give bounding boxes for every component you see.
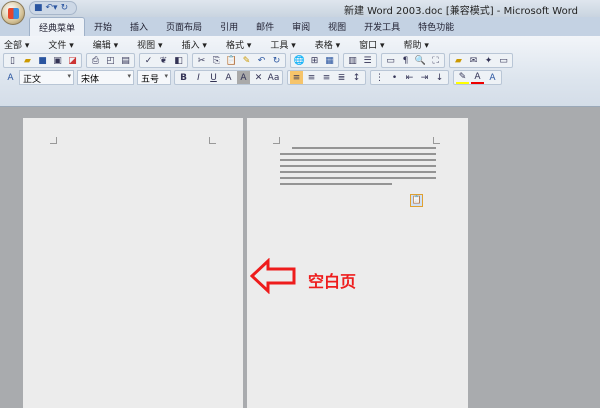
- arrow-icon: [250, 258, 296, 294]
- save-icon[interactable]: ■: [34, 3, 43, 13]
- ribbon: 全部 ▾ 文件 ▾ 编辑 ▾ 视图 ▾ 插入 ▾ 格式 ▾ 工具 ▾ 表格 ▾ …: [0, 36, 600, 107]
- formatting-toolbar: A 正文 宋体 五号 BIUAA✕Aa ≡≡≡≣↕ ⋮•⇤⇥↓ ✎AA: [0, 69, 600, 86]
- hyperlink-icon[interactable]: 🌐: [293, 54, 306, 67]
- char-shading-icon[interactable]: A: [237, 71, 250, 84]
- document-map-icon[interactable]: ▭: [384, 54, 397, 67]
- decrease-indent-icon[interactable]: ⇤: [403, 71, 416, 84]
- print-preview-icon[interactable]: ◪: [66, 54, 79, 67]
- zoom-icon[interactable]: 🔍: [414, 54, 427, 67]
- italic-icon[interactable]: I: [192, 71, 205, 84]
- menu-table[interactable]: 表格 ▾: [315, 38, 340, 51]
- font-effects-icon[interactable]: ✕: [252, 71, 265, 84]
- menu-insert[interactable]: 插入 ▾: [182, 38, 207, 51]
- office-logo-icon: [8, 8, 19, 19]
- drawing-icon[interactable]: ☰: [361, 54, 374, 67]
- undo-icon[interactable]: ↶▾: [46, 3, 58, 13]
- bullets-icon[interactable]: •: [388, 71, 401, 84]
- text-effects-icon[interactable]: A: [486, 71, 499, 84]
- document-area[interactable]: 📋: [0, 108, 600, 408]
- tab-developer[interactable]: 开发工具: [355, 17, 409, 36]
- print-icon[interactable]: ⎙: [89, 54, 102, 67]
- numbering-icon[interactable]: ⋮: [373, 71, 386, 84]
- tab-mailings[interactable]: 邮件: [247, 17, 283, 36]
- justify-icon[interactable]: ≣: [335, 71, 348, 84]
- tab-home[interactable]: 开始: [85, 17, 121, 36]
- tab-review[interactable]: 审阅: [283, 17, 319, 36]
- menu-all[interactable]: 全部 ▾: [4, 38, 29, 51]
- tab-page-layout[interactable]: 页面布局: [157, 17, 211, 36]
- menu-view[interactable]: 视图 ▾: [137, 38, 162, 51]
- undo-icon[interactable]: ↶: [255, 54, 268, 67]
- highlight-icon[interactable]: ✎: [456, 71, 469, 84]
- preview-icon[interactable]: ◰: [104, 54, 117, 67]
- folder-icon[interactable]: ▰: [452, 54, 465, 67]
- open-icon[interactable]: ▰: [21, 54, 34, 67]
- title-bar: ■ ↶▾ ↻ 新建 Word 2003.doc [兼容模式] - Microso…: [0, 0, 600, 17]
- menu-window[interactable]: 窗口 ▾: [359, 38, 384, 51]
- new-icon[interactable]: ▯: [6, 54, 19, 67]
- quick-access-toolbar: ■ ↶▾ ↻: [29, 1, 77, 15]
- menu-format[interactable]: 格式 ▾: [226, 38, 251, 51]
- research-icon[interactable]: ❦: [157, 54, 170, 67]
- copy-icon[interactable]: ⎘: [210, 54, 223, 67]
- tab-references[interactable]: 引用: [211, 17, 247, 36]
- underline-icon[interactable]: U: [207, 71, 220, 84]
- align-center-icon[interactable]: ≡: [305, 71, 318, 84]
- align-right-icon[interactable]: ≡: [320, 71, 333, 84]
- increase-indent-icon[interactable]: ⇥: [418, 71, 431, 84]
- menu-file[interactable]: 文件 ▾: [48, 38, 73, 51]
- align-left-icon[interactable]: ≡: [290, 71, 303, 84]
- sort-icon[interactable]: ↓: [433, 71, 446, 84]
- cut-icon[interactable]: ✂: [195, 54, 208, 67]
- translate-icon[interactable]: ◧: [172, 54, 185, 67]
- style-select[interactable]: 正文: [19, 70, 74, 85]
- office-button[interactable]: [1, 1, 25, 25]
- window-title: 新建 Word 2003.doc [兼容模式] - Microsoft Word: [344, 6, 578, 17]
- redo-icon[interactable]: ↻: [270, 54, 283, 67]
- font-size-select[interactable]: 五号: [137, 70, 171, 85]
- bold-icon[interactable]: B: [177, 71, 190, 84]
- spelling-icon[interactable]: ✓: [142, 54, 155, 67]
- styles-icon[interactable]: A: [4, 71, 17, 84]
- tab-features[interactable]: 特色功能: [409, 17, 463, 36]
- tab-view[interactable]: 视图: [319, 17, 355, 36]
- paste-icon[interactable]: 📋: [225, 54, 238, 67]
- tab-insert[interactable]: 插入: [121, 17, 157, 36]
- format-painter-icon[interactable]: ✎: [240, 54, 253, 67]
- ribbon-tabs: 经典菜单 开始 插入 页面布局 引用 邮件 审阅 视图 开发工具 特色功能: [0, 17, 600, 36]
- save-icon[interactable]: ■: [36, 54, 49, 67]
- redo-icon[interactable]: ↻: [61, 3, 69, 13]
- blank-page-label: 空白页: [308, 272, 357, 291]
- tab-classic-menu[interactable]: 经典菜单: [29, 17, 86, 36]
- fullscreen-icon[interactable]: ⛶: [429, 54, 442, 67]
- standard-toolbar: ▯ ▰ ■ ▣ ◪ ⎙ ◰ ▤ ✓ ❦ ◧ ✂ ⎘ 📋 ✎ ↶ ↻ 🌐 ⊞ ▦ ▥ ☰ ▭ ¶ 🔍 ⛶ ▰ ✉ ✦ ▭: [0, 52, 600, 69]
- more-icon[interactable]: ▭: [497, 54, 510, 67]
- permission-icon[interactable]: ▣: [51, 54, 64, 67]
- insert-table-icon[interactable]: ▦: [323, 54, 336, 67]
- menu-edit[interactable]: 编辑 ▾: [93, 38, 118, 51]
- envelope-icon[interactable]: ✉: [467, 54, 480, 67]
- style-icon[interactable]: ✦: [482, 54, 495, 67]
- font-select[interactable]: 宋体: [77, 70, 134, 85]
- classic-menu-bar: 全部 ▾ 文件 ▾ 编辑 ▾ 视图 ▾ 插入 ▾ 格式 ▾ 工具 ▾ 表格 ▾ …: [0, 36, 600, 52]
- line-spacing-icon[interactable]: ↕: [350, 71, 363, 84]
- font-color-icon[interactable]: A: [471, 71, 484, 84]
- show-marks-icon[interactable]: ¶: [399, 54, 412, 67]
- menu-tools[interactable]: 工具 ▾: [270, 38, 295, 51]
- read-icon[interactable]: ▤: [119, 54, 132, 67]
- blank-page[interactable]: [23, 118, 243, 408]
- char-border-icon[interactable]: A: [222, 71, 235, 84]
- menu-help[interactable]: 帮助 ▾: [404, 38, 429, 51]
- paste-options-icon[interactable]: 📋: [410, 194, 423, 207]
- change-case-icon[interactable]: Aa: [267, 71, 280, 84]
- table-icon[interactable]: ⊞: [308, 54, 321, 67]
- columns-icon[interactable]: ▥: [346, 54, 359, 67]
